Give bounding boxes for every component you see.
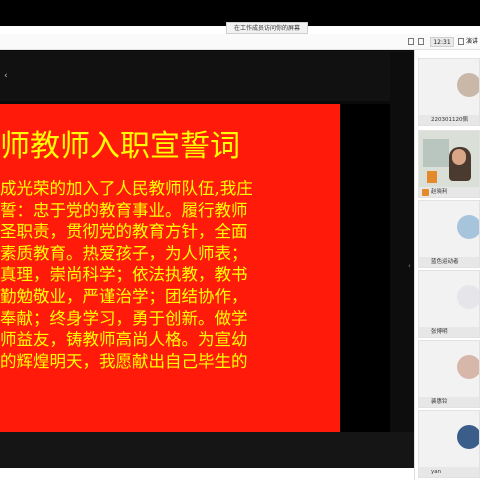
host-badge-icon bbox=[422, 189, 429, 196]
participant-name: 张博明 bbox=[419, 327, 479, 337]
meeting-toolbar: 12:31 演讲 bbox=[0, 34, 480, 50]
chevron-left-icon[interactable]: ‹ bbox=[4, 71, 8, 81]
share-notice-label: 在工作成员访问你的屏幕 bbox=[226, 22, 308, 34]
slide-line: 的辉煌明天，我愿献出自己毕生的 bbox=[0, 351, 248, 371]
participant-name: 220301120佩 bbox=[419, 115, 479, 125]
slide-title: 师教师入职宣誓词 bbox=[0, 129, 240, 164]
participant-name: yan bbox=[419, 467, 479, 477]
slide-line: 誓：忠于党的教育事业。履行教师 bbox=[0, 200, 248, 220]
layout-icon[interactable] bbox=[418, 38, 424, 45]
participant-tile[interactable]: 张博明 bbox=[418, 270, 480, 338]
meeting-timer: 12:31 bbox=[430, 37, 454, 47]
avatar bbox=[457, 425, 479, 449]
window-icon[interactable] bbox=[458, 38, 464, 45]
slide-line: 成光荣的加入了人民教师队伍,我庄 bbox=[0, 179, 253, 198]
presentation-bottom-bar bbox=[0, 432, 414, 468]
participant-tile[interactable]: 蓝色运动者 bbox=[418, 200, 480, 268]
avatar bbox=[457, 73, 479, 97]
video-shelf bbox=[423, 139, 449, 167]
slide-line: 圣职责，贯彻党的教育方针，全面 bbox=[0, 222, 248, 242]
stage-separator bbox=[390, 52, 414, 468]
avatar bbox=[457, 285, 479, 309]
speaker-view-button[interactable]: 演讲 bbox=[466, 37, 480, 47]
collapse-sidebar-icon[interactable]: ‹ bbox=[408, 262, 411, 270]
avatar bbox=[457, 355, 479, 379]
participant-video-tile[interactable]: 赵晓利 bbox=[418, 130, 480, 198]
participant-name: 裴惠铃 bbox=[419, 397, 479, 407]
participant-tile[interactable]: yan bbox=[418, 410, 480, 478]
video-face bbox=[452, 149, 466, 165]
slide-line: 奉献；终身学习，勇于创新。做学 bbox=[0, 308, 248, 328]
grid-view-icon[interactable] bbox=[408, 38, 414, 45]
participant-tile[interactable]: 裴惠铃 bbox=[418, 340, 480, 408]
participant-tile[interactable]: 220301120佩 bbox=[418, 58, 480, 126]
presentation-top-bar: ‹ bbox=[0, 51, 414, 101]
avatar bbox=[457, 215, 479, 239]
slide-body: 成光荣的加入了人民教师队伍,我庄 誓：忠于党的教育事业。履行教师 圣职责，贯彻党… bbox=[0, 178, 340, 372]
slide-line: 勤勉敬业，严谨治学；团结协作， bbox=[0, 286, 248, 306]
slide-line: 素质教育。热爱孩子，为人师表； bbox=[0, 243, 248, 263]
video-cup bbox=[427, 171, 437, 183]
slide-line: 师益友，铸教师高尚人格。为宣幼 bbox=[0, 330, 248, 350]
slide-margin bbox=[340, 104, 390, 432]
slide-line: 真理，崇尚科学；依法执教，教书 bbox=[0, 265, 248, 285]
participant-name: 蓝色运动者 bbox=[419, 257, 479, 267]
